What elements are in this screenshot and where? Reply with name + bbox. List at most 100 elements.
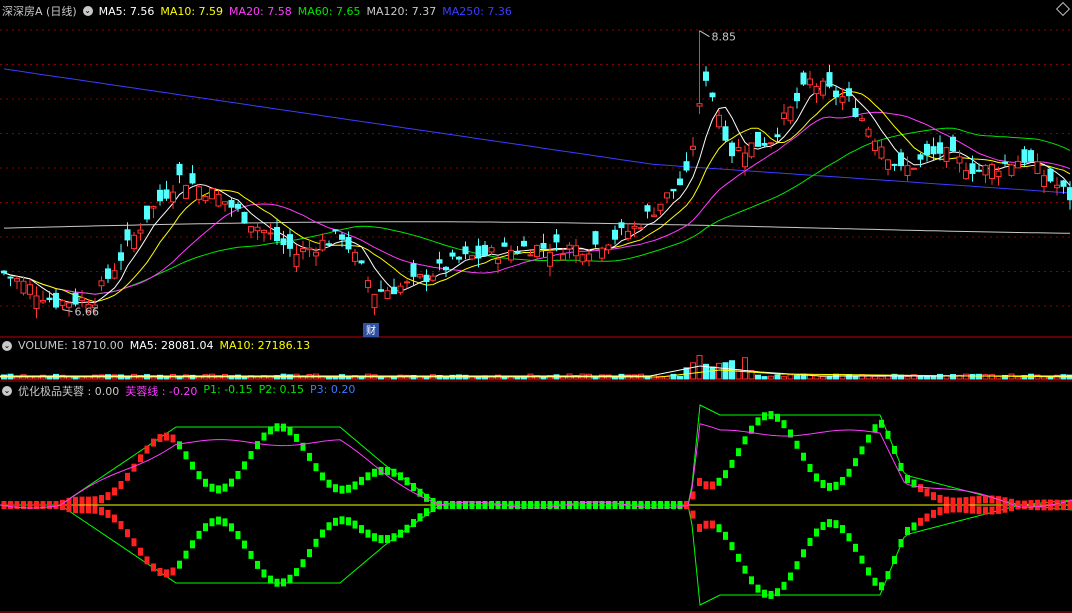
oscillator-bar-top xyxy=(723,470,728,479)
candle-body xyxy=(742,152,748,168)
candle-body xyxy=(469,255,475,260)
volume-bar xyxy=(755,374,761,380)
stock-chart-canvas[interactable]: 8.85 6.66 财 xyxy=(0,0,1072,613)
oscillator-bar-top xyxy=(138,454,143,463)
volume-indicator-list: MA5: 28081.04 MA10: 27186.13 xyxy=(130,339,310,352)
oscillator-bar-bottom xyxy=(287,574,293,583)
oscillator-bar-bottom xyxy=(229,523,234,532)
candle-body xyxy=(657,203,664,211)
oscillator-bar-bottom xyxy=(918,517,923,526)
candle-body xyxy=(235,203,241,209)
oscillator-bar-bottom xyxy=(781,581,787,590)
oscillator-bar-bottom xyxy=(489,501,494,509)
candle-body xyxy=(352,251,358,262)
oscillator-bar-bottom xyxy=(242,540,247,549)
chevron-down-icon[interactable]: ⌄ xyxy=(2,340,12,351)
candle-body xyxy=(449,252,456,257)
candle-body xyxy=(189,173,196,184)
candle-body xyxy=(1008,164,1015,176)
oscillator-bar-top xyxy=(170,434,176,443)
oscillator-bar-bottom xyxy=(638,501,644,509)
candle-body xyxy=(157,189,163,202)
chevron-down-icon[interactable]: ⌄ xyxy=(82,6,93,16)
candle-body xyxy=(982,164,989,176)
oscillator-bar-top xyxy=(216,485,221,494)
oscillator-bar-bottom xyxy=(131,538,137,547)
chevron-down-icon[interactable]: ⌄ xyxy=(2,386,12,396)
oscillator-bar-bottom xyxy=(872,577,878,586)
candle-body xyxy=(1060,180,1067,187)
oscillator-bar-bottom xyxy=(677,501,683,509)
candle-body xyxy=(46,297,53,301)
oscillator-bar-top xyxy=(385,466,390,475)
candle-body xyxy=(683,161,690,171)
oscillator-bar-top xyxy=(924,488,930,497)
oscillator-bar-bottom xyxy=(970,505,975,514)
oscillator-bar-top xyxy=(820,479,826,488)
oscillator-bar-bottom xyxy=(346,517,351,526)
oscillator-bar-top xyxy=(294,433,299,442)
candle-body xyxy=(618,222,625,229)
oscillator-bar-bottom xyxy=(86,505,91,514)
oscillator-bar-bottom xyxy=(931,509,936,518)
volume-bar xyxy=(963,373,969,380)
oscillator-bar-bottom xyxy=(924,513,930,522)
oscillator-bar-top xyxy=(372,468,377,477)
candle-body xyxy=(326,243,332,246)
oscillator-bar-bottom xyxy=(554,501,559,509)
oscillator-bar-top xyxy=(872,424,878,433)
volume-bar xyxy=(969,373,976,380)
oscillator-bar-bottom xyxy=(846,533,852,542)
oscillator-bar-bottom xyxy=(92,505,98,514)
candle-body xyxy=(443,266,449,271)
oscillator-bar-top xyxy=(222,483,228,492)
candle-body xyxy=(820,80,826,96)
oscillator-bar-top xyxy=(274,423,280,432)
oscillator-bar-bottom xyxy=(879,582,884,591)
candle-body xyxy=(241,211,248,224)
volume-bar xyxy=(768,375,774,380)
oscillator-bar-bottom xyxy=(775,588,780,597)
oscillator-bar-bottom xyxy=(268,575,273,584)
candle-body xyxy=(79,297,85,302)
oscillator-bar-bottom xyxy=(300,559,306,568)
candle-body xyxy=(833,90,839,98)
candle-body xyxy=(430,275,436,281)
candle-body xyxy=(696,103,703,107)
volume-bar xyxy=(950,374,956,380)
candle-body xyxy=(911,167,917,170)
oscillator-bar-bottom xyxy=(138,547,143,556)
candle-body xyxy=(397,285,404,293)
candle-body xyxy=(755,131,761,147)
candle-body xyxy=(111,270,118,279)
candle-body xyxy=(839,96,846,103)
volume-indicator-1: MA10: 27186.13 xyxy=(219,339,311,352)
candle-body xyxy=(579,254,586,263)
oscillator-bar-bottom xyxy=(963,504,969,513)
oscillator-bar-top xyxy=(99,494,104,503)
candle-body xyxy=(40,299,46,303)
volume-bar xyxy=(774,374,781,380)
volume-indicator-0: MA5: 28081.04 xyxy=(129,339,214,352)
oscillator-bar-bottom xyxy=(801,549,806,558)
oscillator-bar-bottom xyxy=(950,504,956,513)
ma-indicator-5: MA250: 7.36 xyxy=(442,4,512,18)
oscillator-bar-top xyxy=(736,448,741,457)
oscillator-bar-bottom xyxy=(339,516,345,525)
candle-body xyxy=(677,178,683,186)
low-price-label: 6.66 xyxy=(75,306,100,319)
oscillator-bar-bottom xyxy=(547,501,553,509)
oscillator-bar-top xyxy=(196,471,202,480)
candle-body xyxy=(436,259,443,264)
oscillator-bar-top xyxy=(112,487,117,496)
oscillator-bar-top xyxy=(976,495,982,504)
oscillator-bar-bottom xyxy=(807,537,813,546)
oscillator-bar-bottom xyxy=(1028,501,1034,510)
ma-indicator-2: MA20: 7.58 xyxy=(229,4,292,18)
candle-body xyxy=(553,234,560,243)
oscillator-bar-top xyxy=(918,484,923,493)
oscillator-bar-top xyxy=(326,479,332,488)
candle-body xyxy=(800,72,807,85)
candle-body xyxy=(137,229,144,234)
candle-body xyxy=(976,169,982,172)
